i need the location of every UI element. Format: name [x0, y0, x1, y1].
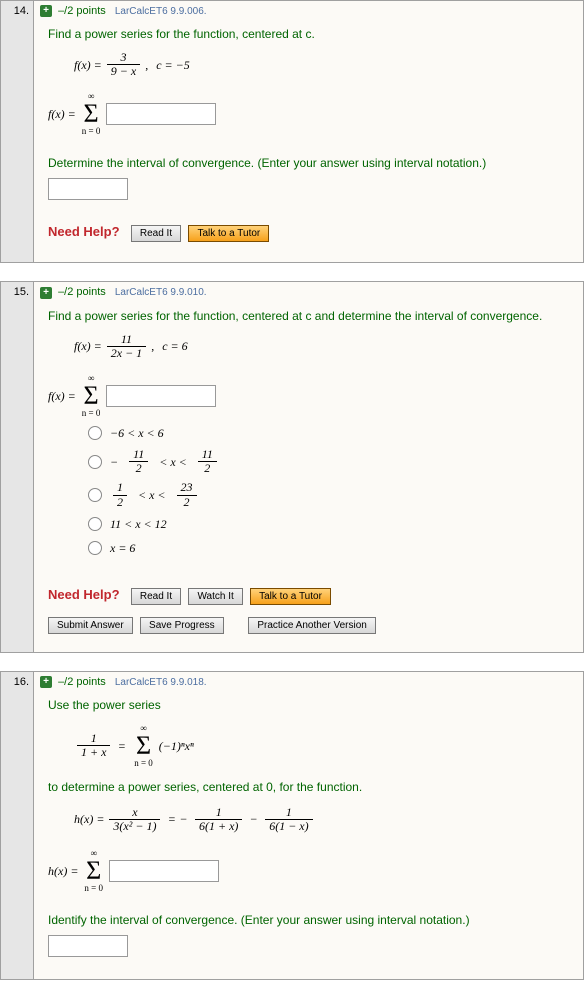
question-header: + –/2 points LarCalcET6 9.9.010.: [34, 282, 583, 304]
source-label: LarCalcET6 9.9.006.: [115, 6, 207, 17]
convergence-prompt: Identify the interval of convergence. (E…: [48, 911, 569, 929]
sigma-icon: ∞ Σ n = 0: [82, 374, 101, 418]
points-label: –/2 points: [58, 676, 106, 688]
help-bar: Need Help? Read It Watch It Talk to a Tu…: [48, 587, 569, 605]
radio-icon: [88, 541, 102, 555]
watch-it-button[interactable]: Watch It: [188, 588, 242, 605]
question-number: 15.: [0, 281, 34, 652]
expand-icon[interactable]: +: [40, 5, 52, 17]
talk-to-tutor-button[interactable]: Talk to a Tutor: [188, 225, 269, 242]
sigma-icon: ∞ Σ n = 0: [134, 724, 153, 768]
series-term-input[interactable]: [109, 860, 219, 882]
series-input-row: f(x) = ∞ Σ n = 0: [48, 92, 569, 136]
question-header: + –/2 points LarCalcET6 9.9.018.: [34, 672, 583, 694]
given-function: f(x) = 11 2x − 1 , c = 6: [74, 333, 569, 360]
radio-icon: [88, 488, 102, 502]
question-body: + –/2 points LarCalcET6 9.9.018. Use the…: [34, 671, 584, 980]
prompt-text: Find a power series for the function, ce…: [48, 25, 569, 43]
prompt-text: Find a power series for the function, ce…: [48, 307, 569, 325]
radio-option-b[interactable]: − 11 2 < x < 11 2: [88, 448, 569, 475]
series-term-input[interactable]: [106, 385, 216, 407]
radio-option-d[interactable]: 11 < x < 12: [88, 515, 569, 533]
submit-answer-button[interactable]: Submit Answer: [48, 617, 133, 634]
question-header: + –/2 points LarCalcET6 9.9.006.: [34, 1, 583, 23]
radio-option-c[interactable]: 1 2 < x < 23 2: [88, 481, 569, 508]
interval-input[interactable]: [48, 935, 128, 957]
source-label: LarCalcET6 9.9.010.: [115, 287, 207, 298]
question-number: 14.: [0, 0, 34, 263]
question-15: 15. + –/2 points LarCalcET6 9.9.010. Fin…: [0, 281, 584, 652]
help-bar: Need Help? Read It Talk to a Tutor: [48, 224, 569, 242]
points-label: –/2 points: [58, 286, 106, 298]
talk-to-tutor-button[interactable]: Talk to a Tutor: [250, 588, 331, 605]
question-body: + –/2 points LarCalcET6 9.9.010. Find a …: [34, 281, 584, 652]
need-help-label: Need Help?: [48, 224, 120, 239]
practice-another-button[interactable]: Practice Another Version: [248, 617, 376, 634]
read-it-button[interactable]: Read It: [131, 225, 181, 242]
question-body: + –/2 points LarCalcET6 9.9.006. Find a …: [34, 0, 584, 263]
radio-icon: [88, 426, 102, 440]
radio-icon: [88, 455, 102, 469]
series-input-row: f(x) = ∞ Σ n = 0: [48, 374, 569, 418]
question-14: 14. + –/2 points LarCalcET6 9.9.006. Fin…: [0, 0, 584, 263]
given-function: f(x) = 3 9 − x , c = −5: [74, 51, 569, 78]
prompt-text: Use the power series: [48, 696, 569, 714]
action-bar: Submit Answer Save Progress Practice Ano…: [48, 617, 569, 634]
h-definition: h(x) = x 3(x² − 1) = − 1 6(1 + x) − 1 6(…: [74, 806, 569, 833]
question-number: 16.: [0, 671, 34, 980]
interval-input[interactable]: [48, 178, 128, 200]
read-it-button[interactable]: Read It: [131, 588, 181, 605]
convergence-prompt: Determine the interval of convergence. (…: [48, 154, 569, 172]
radio-option-e[interactable]: x = 6: [88, 539, 569, 557]
radio-option-a[interactable]: −6 < x < 6: [88, 424, 569, 442]
question-16: 16. + –/2 points LarCalcET6 9.9.018. Use…: [0, 671, 584, 980]
sigma-icon: ∞ Σ n = 0: [84, 849, 103, 893]
points-label: –/2 points: [58, 5, 106, 17]
expand-icon[interactable]: +: [40, 676, 52, 688]
sigma-icon: ∞ Σ n = 0: [82, 92, 101, 136]
save-progress-button[interactable]: Save Progress: [140, 617, 224, 634]
source-label: LarCalcET6 9.9.018.: [115, 677, 207, 688]
radio-icon: [88, 517, 102, 531]
series-term-input[interactable]: [106, 103, 216, 125]
need-help-label: Need Help?: [48, 587, 120, 602]
prompt-text-2: to determine a power series, centered at…: [48, 778, 569, 796]
geometric-series: 1 1 + x = ∞ Σ n = 0 (−1)ⁿxⁿ: [74, 724, 569, 768]
expand-icon[interactable]: +: [40, 287, 52, 299]
series-input-row: h(x) = ∞ Σ n = 0: [48, 849, 569, 893]
